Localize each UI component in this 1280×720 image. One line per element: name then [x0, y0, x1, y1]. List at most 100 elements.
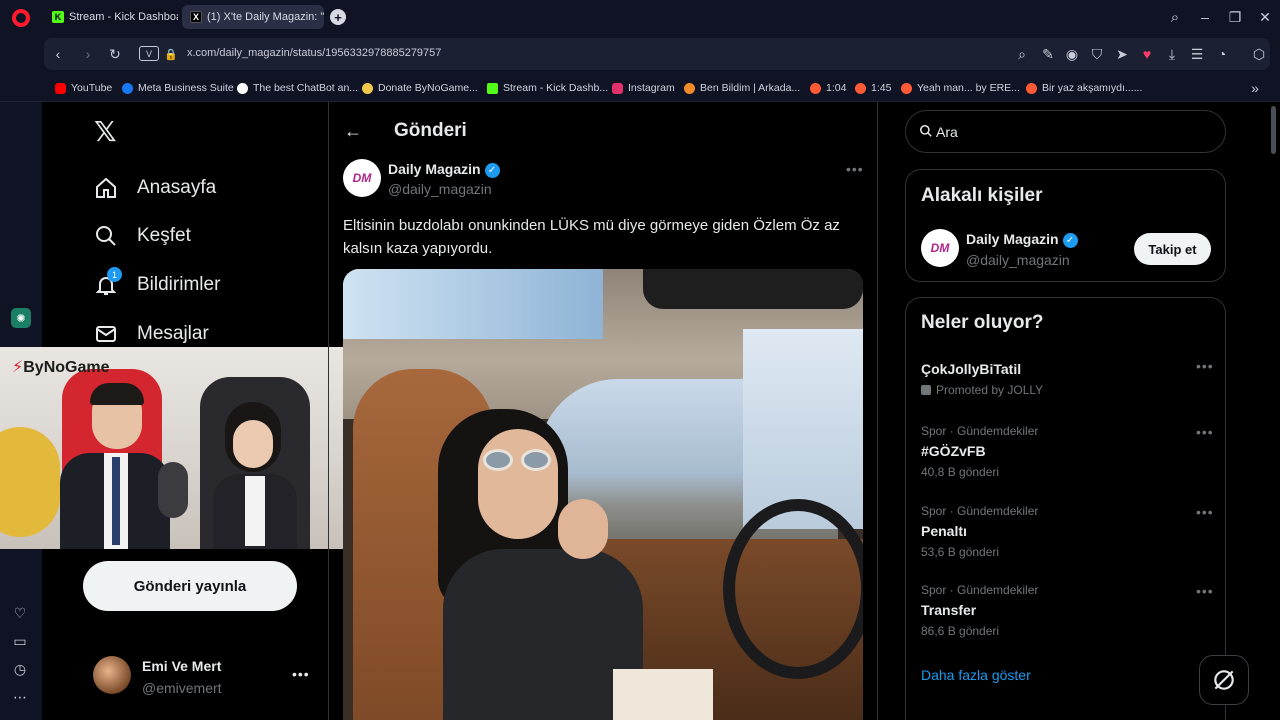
- edit-icon[interactable]: ✎: [1040, 45, 1056, 63]
- audio-icon: [855, 82, 866, 94]
- grok-icon: [1214, 670, 1234, 690]
- bookmark-bir-yaz[interactable]: Bir yaz akşamıydı......: [1026, 80, 1142, 96]
- url-text[interactable]: x.com/daily_magazin/status/1956332978885…: [187, 47, 441, 59]
- follow-button[interactable]: Takip et: [1134, 233, 1211, 265]
- trend-item[interactable]: Spor · Gündemdekiler #GÖZvFB 40,8 B gönd…: [906, 422, 1225, 482]
- notification-badge: 1: [107, 267, 122, 282]
- camera-icon[interactable]: ◉: [1064, 45, 1080, 63]
- download-icon[interactable]: ⤓: [1164, 45, 1180, 63]
- vpn-badge[interactable]: V: [139, 46, 159, 61]
- related-avatar[interactable]: DM: [921, 229, 959, 267]
- trends-card: Neler oluyor? ÇokJollyBiTatil Promoted b…: [905, 297, 1226, 720]
- trend-meta: Spor · Gündemdekiler: [921, 424, 1039, 438]
- show-more-link[interactable]: Daha fazla göster: [921, 667, 1031, 683]
- trend-title: Transfer: [921, 602, 977, 618]
- person-right: [205, 402, 305, 549]
- donate-icon: [362, 82, 373, 94]
- menu-icon[interactable]: ☰: [1189, 45, 1205, 63]
- nav-notifications[interactable]: 1 Bildirimler: [94, 267, 221, 300]
- nav-label: Anasayfa: [137, 177, 217, 198]
- x-logo-icon[interactable]: 𝕏: [94, 118, 120, 146]
- bookmark-yeah-man[interactable]: Yeah man... by ERE...: [901, 80, 1020, 96]
- author-name-row[interactable]: Daily Magazin ✓: [388, 161, 500, 178]
- heart-outline-icon[interactable]: ♡: [11, 604, 29, 622]
- chatgpt-icon[interactable]: ✺: [11, 308, 31, 328]
- trend-item[interactable]: Spor · Gündemdekiler Penaltı 53,6 B gönd…: [906, 502, 1225, 562]
- search-box[interactable]: Ara: [905, 110, 1226, 153]
- extensions-icon[interactable]: ⬡: [1250, 45, 1268, 63]
- close-window-icon[interactable]: ✕: [1256, 8, 1274, 26]
- bookmarks-overflow-icon[interactable]: »: [1248, 80, 1262, 96]
- back-arrow-icon[interactable]: ←: [342, 120, 364, 142]
- tabs-icon[interactable]: ▭: [11, 632, 29, 650]
- send-icon[interactable]: ➤: [1114, 45, 1130, 63]
- search-tabs-icon[interactable]: ⌕: [1166, 8, 1184, 26]
- nav-messages[interactable]: Mesajlar: [94, 319, 209, 349]
- history-icon[interactable]: ◷: [11, 660, 29, 678]
- audio-icon: [1026, 82, 1037, 94]
- youtube-icon: [55, 82, 66, 94]
- grok-button[interactable]: [1199, 655, 1249, 705]
- bookmark-145[interactable]: 1:45: [855, 80, 891, 96]
- bookmark-youtube[interactable]: YouTube: [55, 80, 112, 96]
- audio-icon: [810, 82, 821, 94]
- trend-menu-icon[interactable]: •••: [1196, 504, 1214, 520]
- meta-icon: [122, 82, 133, 94]
- post-video[interactable]: [343, 269, 863, 720]
- page-title: Gönderi: [394, 120, 467, 141]
- trend-item[interactable]: Spor · Gündemdekiler Transfer 86,6 B gön…: [906, 581, 1225, 641]
- trend-meta: Spor · Gündemdekiler: [921, 583, 1039, 597]
- post-menu-icon[interactable]: •••: [846, 161, 864, 177]
- bookmark-donate[interactable]: Donate ByNoGame...: [362, 80, 478, 96]
- bookmark-instagram[interactable]: Instagram: [612, 80, 675, 96]
- account-avatar[interactable]: [93, 656, 131, 694]
- trends-title: Neler oluyor?: [921, 312, 1044, 333]
- related-title: Alakalı kişiler: [921, 185, 1043, 206]
- nav-explore[interactable]: Keşfet: [94, 221, 191, 251]
- new-tab-button[interactable]: +: [330, 9, 346, 25]
- nav-home[interactable]: Anasayfa: [94, 173, 216, 203]
- bookmark-kick[interactable]: Stream - Kick Dashb...: [487, 80, 608, 96]
- related-people-card: Alakalı kişiler DM Daily Magazin ✓ @daily…: [905, 169, 1226, 282]
- account-menu-icon[interactable]: •••: [292, 666, 310, 682]
- audio-icon: [901, 82, 912, 94]
- opera-logo-icon[interactable]: [12, 9, 30, 27]
- webcam-overlay: ⚡ByNoGame: [0, 347, 358, 549]
- trend-menu-icon[interactable]: •••: [1196, 358, 1214, 374]
- back-icon[interactable]: ‹: [50, 45, 66, 63]
- profile-icon[interactable]: ◔: [1214, 45, 1230, 63]
- sunglasses: [483, 449, 553, 471]
- author-avatar[interactable]: DM: [343, 159, 381, 197]
- microphone: [158, 462, 188, 518]
- account-name: Emi Ve Mert: [142, 658, 222, 674]
- reload-icon[interactable]: ↻: [106, 45, 124, 63]
- related-name-row[interactable]: Daily Magazin ✓: [966, 231, 1078, 248]
- verified-badge-icon: ✓: [1062, 232, 1078, 248]
- bookmark-104[interactable]: 1:04: [810, 80, 846, 96]
- bookmark-chatbot[interactable]: The best ChatBot an...: [237, 80, 358, 96]
- restore-icon[interactable]: ❐: [1226, 8, 1244, 26]
- bookmark-ben-bildim[interactable]: Ben Bildim | Arkada...: [684, 80, 800, 96]
- trend-menu-icon[interactable]: •••: [1196, 424, 1214, 440]
- bookmark-meta[interactable]: Meta Business Suite: [122, 80, 234, 96]
- shield-icon[interactable]: ⛉: [1089, 45, 1105, 63]
- page-scrollbar[interactable]: [1271, 106, 1276, 154]
- zoom-icon[interactable]: ⌕: [1014, 45, 1030, 63]
- post-button[interactable]: Gönderi yayınla: [83, 561, 297, 611]
- search-icon: [94, 224, 118, 248]
- tab-daily-magazin[interactable]: X (1) X'te Daily Magazin: "El: [182, 5, 324, 29]
- dm-logo: DM: [930, 241, 950, 255]
- more-icon[interactable]: ⋯: [11, 688, 29, 706]
- nav-label: Mesajlar: [137, 323, 209, 344]
- nav-label: Bildirimler: [137, 274, 221, 295]
- trend-sub: Promoted by JOLLY: [921, 383, 1043, 397]
- home-icon: [94, 176, 118, 200]
- sun-visor: [643, 269, 863, 309]
- heart-icon[interactable]: ♥: [1139, 45, 1155, 63]
- trend-menu-icon[interactable]: •••: [1196, 583, 1214, 599]
- trend-item[interactable]: ÇokJollyBiTatil Promoted by JOLLY •••: [906, 354, 1225, 402]
- lock-icon: 🔒: [164, 48, 178, 61]
- forward-icon[interactable]: ›: [80, 45, 96, 63]
- tab-kick-dashboard[interactable]: K Stream - Kick Dashboard: [44, 5, 178, 29]
- minimize-icon[interactable]: –: [1196, 8, 1214, 26]
